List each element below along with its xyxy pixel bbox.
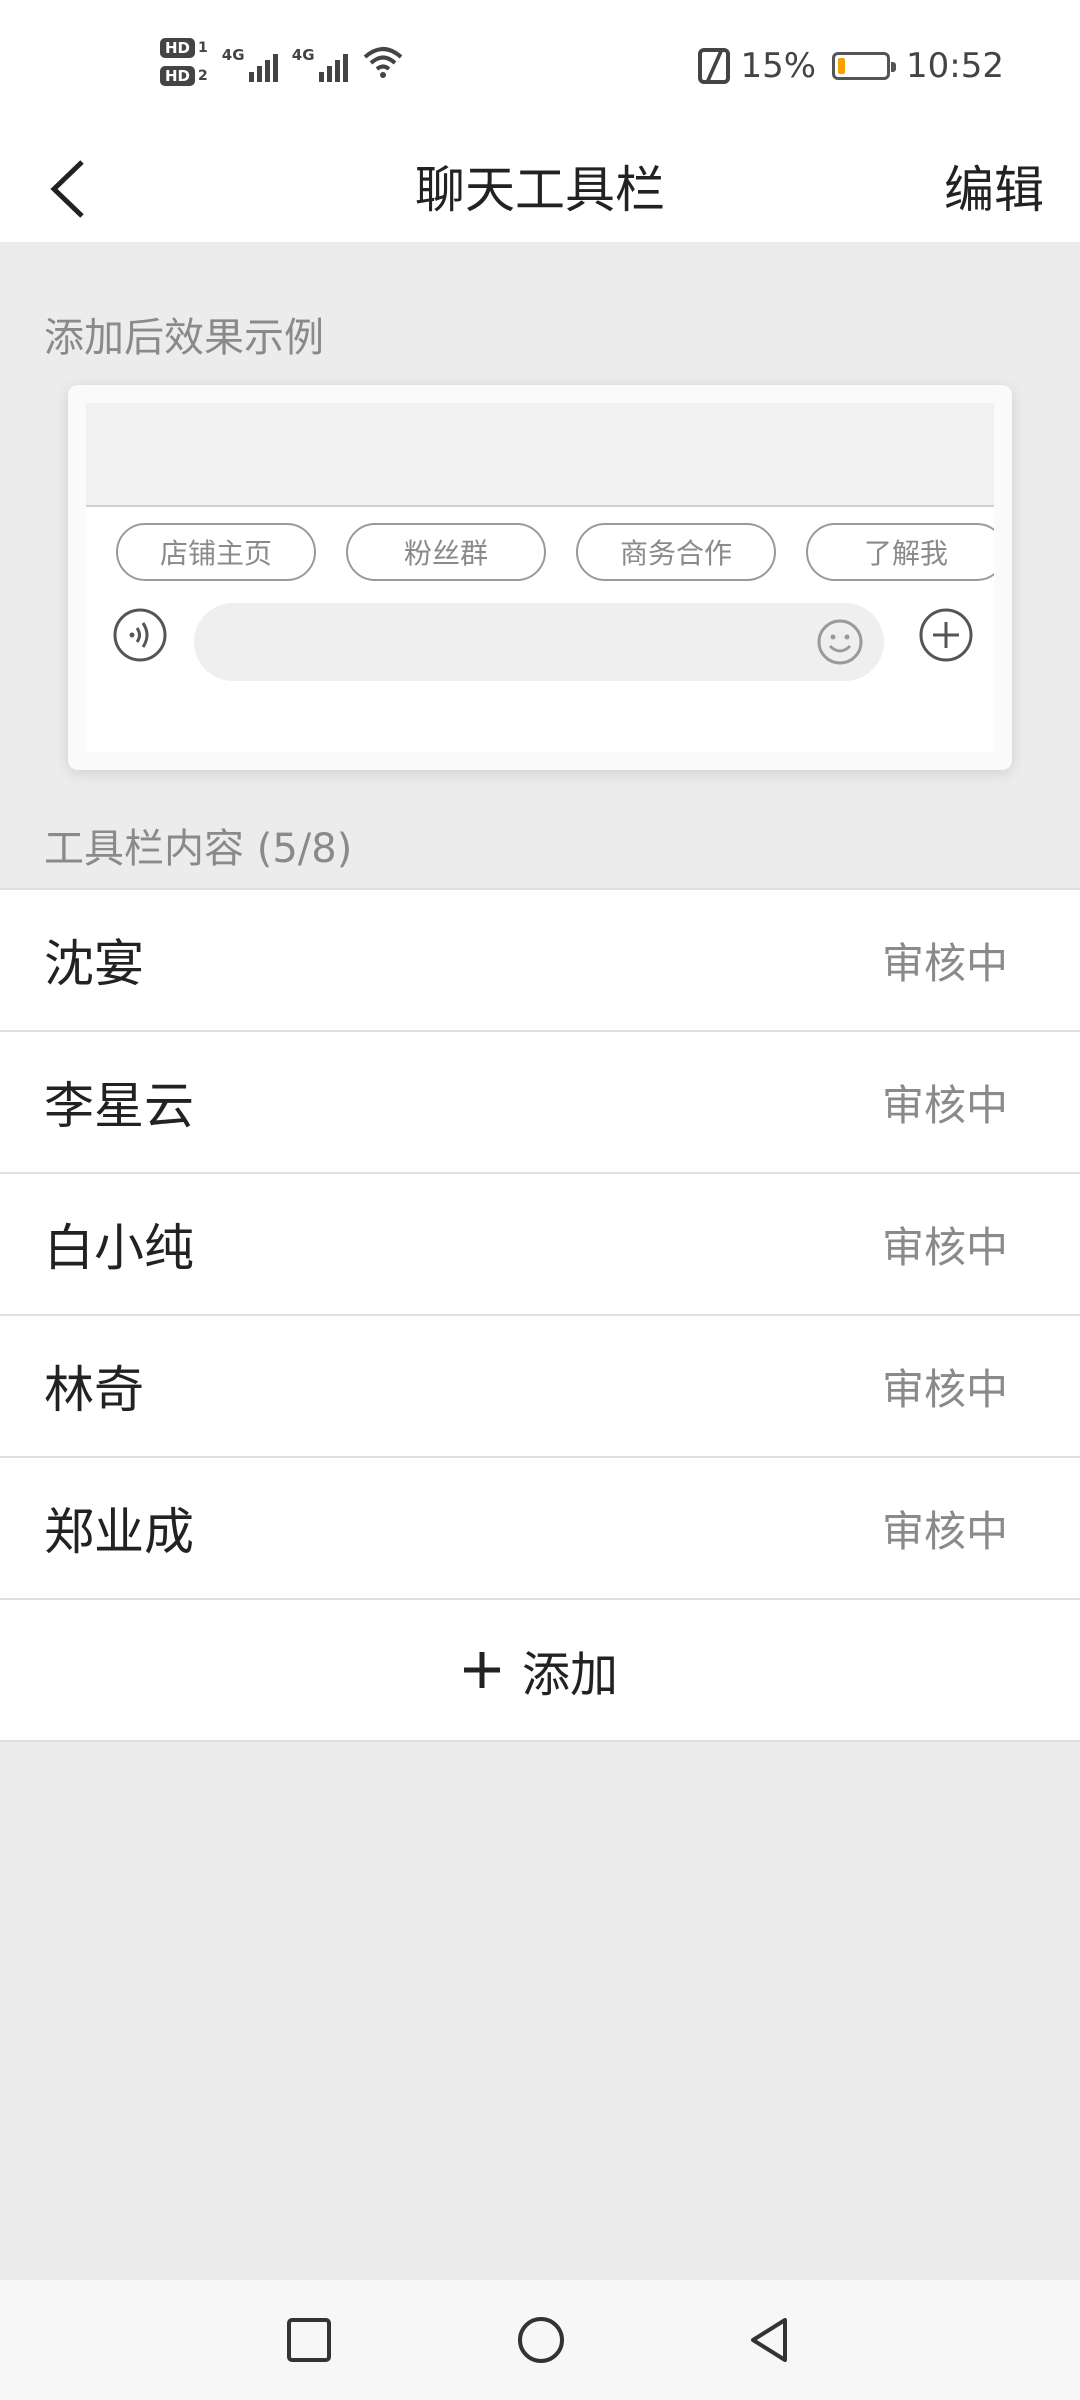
sim1-hd-badge: HD: [160, 38, 196, 58]
system-nav-bar: [0, 2280, 1080, 2400]
signal-bars-2: [318, 54, 348, 82]
preview-message-area: [86, 403, 994, 507]
toolbar-item-status: 审核中: [881, 1222, 1008, 1272]
net1-label: 4G: [221, 46, 245, 64]
toolbar-item-status: 审核中: [881, 1080, 1008, 1130]
sim1-slot: 1: [198, 40, 208, 56]
toolbar-item[interactable]: 白小纯 审核中: [0, 1174, 1080, 1316]
status-right: 15% 10:52: [698, 46, 1004, 86]
sim2-hd-badge: HD: [160, 66, 196, 86]
emoji-icon: [817, 619, 863, 665]
status-left: HD 1 HD 2 4G 4G: [160, 38, 404, 86]
back-triangle-icon[interactable]: [741, 2310, 801, 2370]
toolbar-item-name: 林奇: [44, 1361, 144, 1419]
plus-circle-icon: [919, 608, 973, 662]
edit-button[interactable]: 编辑: [944, 152, 1044, 228]
voice-icon: [113, 608, 167, 662]
toolbar-item-name: 郑业成: [44, 1503, 194, 1561]
signal-icon: 4G: [292, 38, 348, 86]
plus-icon: [463, 1652, 500, 1688]
status-bar: HD 1 HD 2 4G 4G 15% 10:52: [0, 0, 1080, 140]
clock: 10:52: [906, 46, 1004, 86]
preview-chip: 店铺主页: [116, 523, 316, 581]
toolbar-item[interactable]: 林奇 审核中: [0, 1316, 1080, 1458]
recents-square-icon[interactable]: [279, 2310, 339, 2370]
battery-icon: [832, 52, 897, 80]
toolbar-item-name: 白小纯: [44, 1219, 194, 1277]
sim2-slot: 2: [198, 68, 208, 84]
sim2-hd: HD 2: [160, 66, 208, 86]
signal-bars-1: [248, 54, 278, 82]
toolbar-item-name: 沈宴: [44, 935, 144, 993]
toolbar-item-name: 李星云: [44, 1077, 194, 1135]
sim1-hd: HD 1: [160, 38, 208, 58]
toolbar-item-status: 审核中: [881, 938, 1008, 988]
preview-chip: 商务合作: [576, 523, 776, 581]
toolbar-section-label: 工具栏内容 (5/8): [44, 826, 353, 872]
preview-message-input: [194, 603, 884, 681]
preview-input-row: [112, 603, 982, 683]
preview-section-label: 添加后效果示例: [44, 315, 324, 361]
add-button-label: 添加: [521, 1647, 618, 1703]
net2-label: 4G: [291, 46, 315, 64]
toolbar-item[interactable]: 郑业成 审核中: [0, 1458, 1080, 1600]
battery-percent: 15%: [740, 46, 817, 86]
toolbar-item-status: 审核中: [881, 1364, 1008, 1414]
home-circle-icon[interactable]: [511, 2310, 571, 2370]
toolbar-item[interactable]: 沈宴 审核中: [0, 890, 1080, 1032]
add-button[interactable]: 添加: [0, 1600, 1080, 1742]
preview-chat-mock: 店铺主页 粉丝群 商务合作 了解我: [86, 403, 994, 752]
toolbar-list: 沈宴 审核中 李星云 审核中 白小纯 审核中 林奇 审核中 郑业成 审核中 添加: [0, 888, 1080, 1742]
toolbar-item-status: 审核中: [881, 1506, 1008, 1556]
preview-card: 店铺主页 粉丝群 商务合作 了解我: [68, 385, 1012, 770]
preview-chip-row: 店铺主页 粉丝群 商务合作 了解我: [116, 523, 994, 581]
nfc-icon: [698, 48, 731, 84]
page-title: 聊天工具栏: [415, 161, 665, 219]
preview-chip: 了解我: [806, 523, 994, 581]
title-bar: 聊天工具栏 编辑: [0, 140, 1080, 242]
sim-indicators: HD 1 HD 2: [160, 38, 208, 86]
battery-level: [838, 58, 846, 74]
toolbar-item[interactable]: 李星云 审核中: [0, 1032, 1080, 1174]
signal-icon: 4G: [222, 38, 278, 86]
preview-chip: 粉丝群: [346, 523, 546, 581]
wifi-icon: [363, 47, 403, 78]
